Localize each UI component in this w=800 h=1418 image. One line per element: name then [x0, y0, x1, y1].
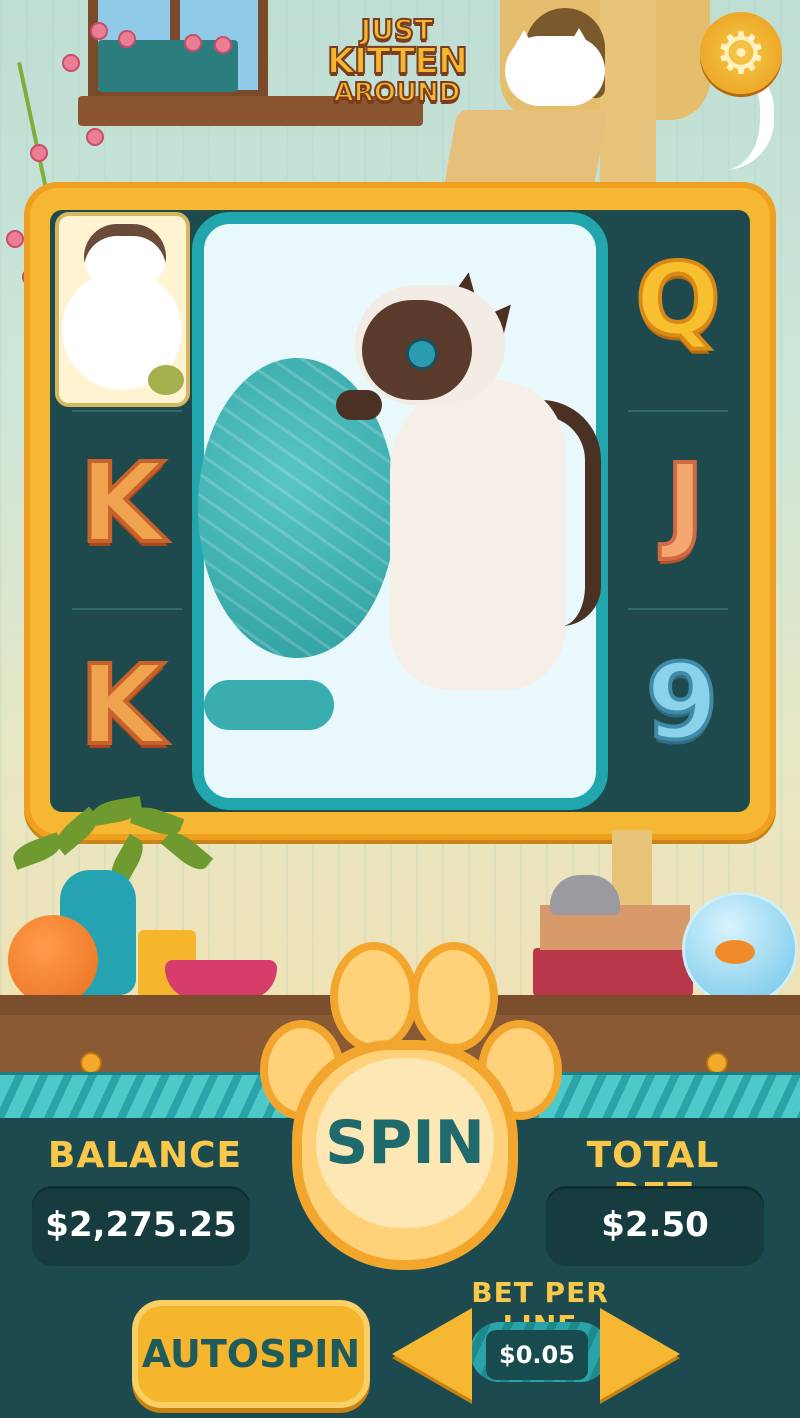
- yarn-strand: [204, 680, 334, 730]
- balance-value: $2,275.25: [45, 1205, 237, 1245]
- rose-flower: [90, 22, 108, 40]
- balance-label: BALANCE: [47, 1135, 243, 1176]
- siamese-cat-eye: [406, 338, 438, 370]
- siamese-cat-body: [390, 380, 565, 690]
- logo-text-line2: KITTEN: [326, 41, 469, 82]
- cat-tree-post: [600, 0, 656, 185]
- rose-flower: [184, 34, 202, 52]
- logo-text-line1: JUST: [360, 13, 434, 46]
- reel-divider: [628, 410, 728, 412]
- reel-divider: [72, 608, 182, 610]
- siamese-cat-paw: [336, 390, 382, 420]
- spin-button[interactable]: SPIN: [240, 930, 570, 1280]
- rose-flower: [6, 230, 24, 248]
- reel-divider: [72, 410, 182, 412]
- logo-text-line3: AROUND: [333, 78, 462, 108]
- game-logo: JUST KITTEN AROUND: [302, 13, 492, 126]
- ragdoll-cat-face: [84, 224, 166, 290]
- rose-flower: [62, 54, 80, 72]
- goldfish: [715, 940, 755, 964]
- decrease-bet-arrow-icon[interactable]: [392, 1308, 472, 1400]
- paw-toe: [330, 942, 418, 1052]
- bet-per-line-value: $0.05: [499, 1341, 575, 1369]
- letter-k-symbol: K: [77, 641, 166, 769]
- spin-label: SPIN: [325, 1108, 485, 1178]
- rose-flower: [86, 128, 104, 146]
- white-cat-illustration: [505, 36, 605, 106]
- yarn-ball-small: [148, 365, 184, 395]
- paw-toe: [410, 942, 498, 1052]
- letter-k-symbol: K: [77, 439, 166, 567]
- autospin-label: AUTOSPIN: [141, 1332, 361, 1376]
- autospin-button[interactable]: AUTOSPIN: [132, 1300, 370, 1408]
- letter-q-symbol: Q: [633, 241, 722, 358]
- total-bet-value: $2.50: [601, 1205, 709, 1245]
- increase-bet-arrow-icon[interactable]: [600, 1308, 680, 1400]
- rose-flower: [118, 30, 136, 48]
- drawer-knob: [80, 1052, 102, 1074]
- settings-button[interactable]: ⚙: [700, 12, 782, 94]
- rose-flower: [214, 36, 232, 54]
- reel-divider: [628, 608, 728, 610]
- gear-icon: ⚙: [715, 19, 767, 87]
- drawer-knob: [706, 1052, 728, 1074]
- orange-yarn-ball: [8, 915, 98, 1005]
- number-9-symbol: 9: [644, 641, 720, 763]
- letter-j-symbol: J: [664, 441, 707, 563]
- rose-flower: [30, 144, 48, 162]
